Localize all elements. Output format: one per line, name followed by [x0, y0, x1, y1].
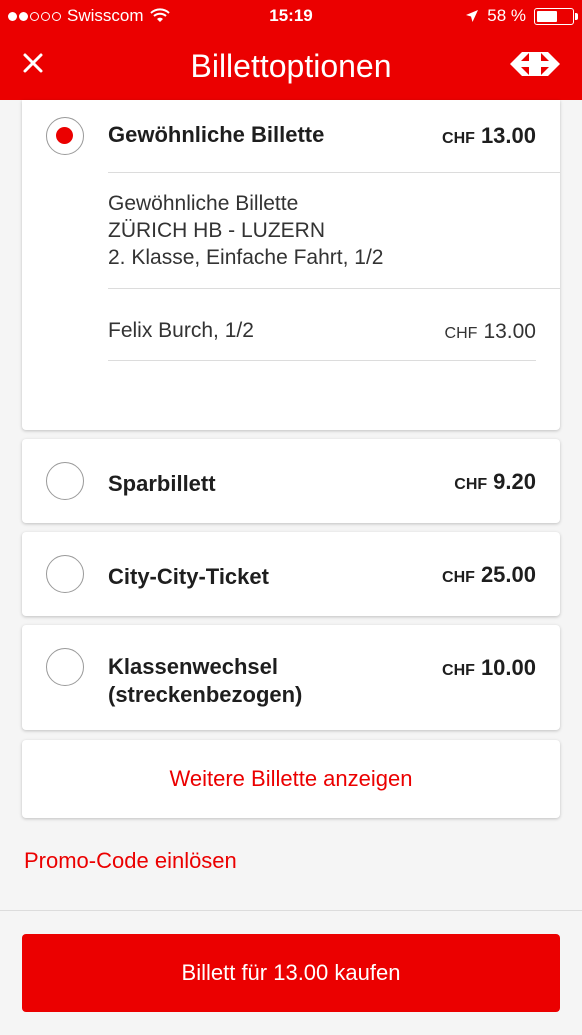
price-value: 10.00: [480, 655, 536, 680]
option-price: CHF 9.20: [454, 469, 536, 495]
footer-divider: [0, 910, 582, 911]
radio-unselected[interactable]: [46, 462, 84, 500]
status-bar: Swisscom 15:19 58 %: [0, 0, 582, 32]
ticket-option-card[interactable]: City-City-Ticket CHF 25.00: [22, 532, 560, 616]
detail-line: Gewöhnliche Billette: [108, 192, 299, 215]
location-arrow-icon: [466, 10, 479, 22]
option-name-line: Klassenwechsel: [108, 654, 278, 679]
radio-unselected[interactable]: [46, 648, 84, 686]
radio-selected[interactable]: [46, 117, 84, 155]
option-name: Klassenwechsel (streckenbezogen): [108, 653, 302, 709]
option-price: CHF 13.00: [442, 123, 536, 149]
detail-line: ZÜRICH HB - LUZERN: [108, 219, 326, 242]
price-value: 13.00: [480, 123, 536, 148]
currency-label: CHF: [442, 130, 475, 147]
promo-code-link[interactable]: Promo-Code einlösen: [24, 848, 237, 874]
divider: [108, 172, 560, 173]
nav-bar: Billettoptionen: [0, 34, 582, 100]
price-value: 9.20: [493, 469, 536, 494]
option-name: City-City-Ticket: [108, 564, 269, 589]
status-right: 58 %: [465, 6, 578, 26]
currency-label: CHF: [444, 325, 478, 342]
header-bar: Swisscom 15:19 58 % Billettoptionen: [0, 0, 582, 100]
currency-label: CHF: [454, 476, 488, 493]
radio-unselected[interactable]: [46, 555, 84, 593]
currency-label: CHF: [442, 569, 475, 586]
option-name: Gewöhnliche Billette: [108, 122, 325, 147]
ticket-option-card[interactable]: Klassenwechsel (streckenbezogen) CHF 10.0…: [22, 625, 560, 730]
option-name: Sparbillett: [108, 471, 216, 496]
battery-percent: 58 %: [487, 6, 526, 25]
detail-line: 2. Klasse, Einfache Fahrt, 1/2: [108, 246, 384, 269]
ticket-details: Gewöhnliche Billette ZÜRICH HB - LUZERN …: [108, 190, 383, 271]
passenger-price: CHF 13.00: [445, 320, 536, 344]
sbb-logo-icon: [510, 52, 560, 76]
ticket-option-card[interactable]: Sparbillett CHF 9.20: [22, 439, 560, 523]
option-name-line: (streckenbezogen): [108, 682, 303, 707]
option-price: CHF 25.00: [442, 562, 536, 588]
battery-icon: [534, 7, 578, 25]
divider: [108, 288, 560, 289]
price-value: 25.00: [480, 562, 536, 587]
ticket-option-card[interactable]: Gewöhnliche Billette CHF 13.00 Gewöhnlich…: [22, 100, 560, 430]
currency-label: CHF: [442, 662, 475, 679]
passenger-name: Felix Burch, 1/2: [108, 319, 254, 342]
option-price: CHF 10.00: [442, 655, 536, 681]
page-title: Billettoptionen: [190, 48, 392, 84]
divider: [108, 360, 536, 361]
buy-ticket-button[interactable]: Billett für 13.00 kaufen: [22, 934, 560, 1012]
more-tickets-button[interactable]: Weitere Billette anzeigen: [22, 740, 560, 818]
price-value: 13.00: [483, 320, 536, 343]
